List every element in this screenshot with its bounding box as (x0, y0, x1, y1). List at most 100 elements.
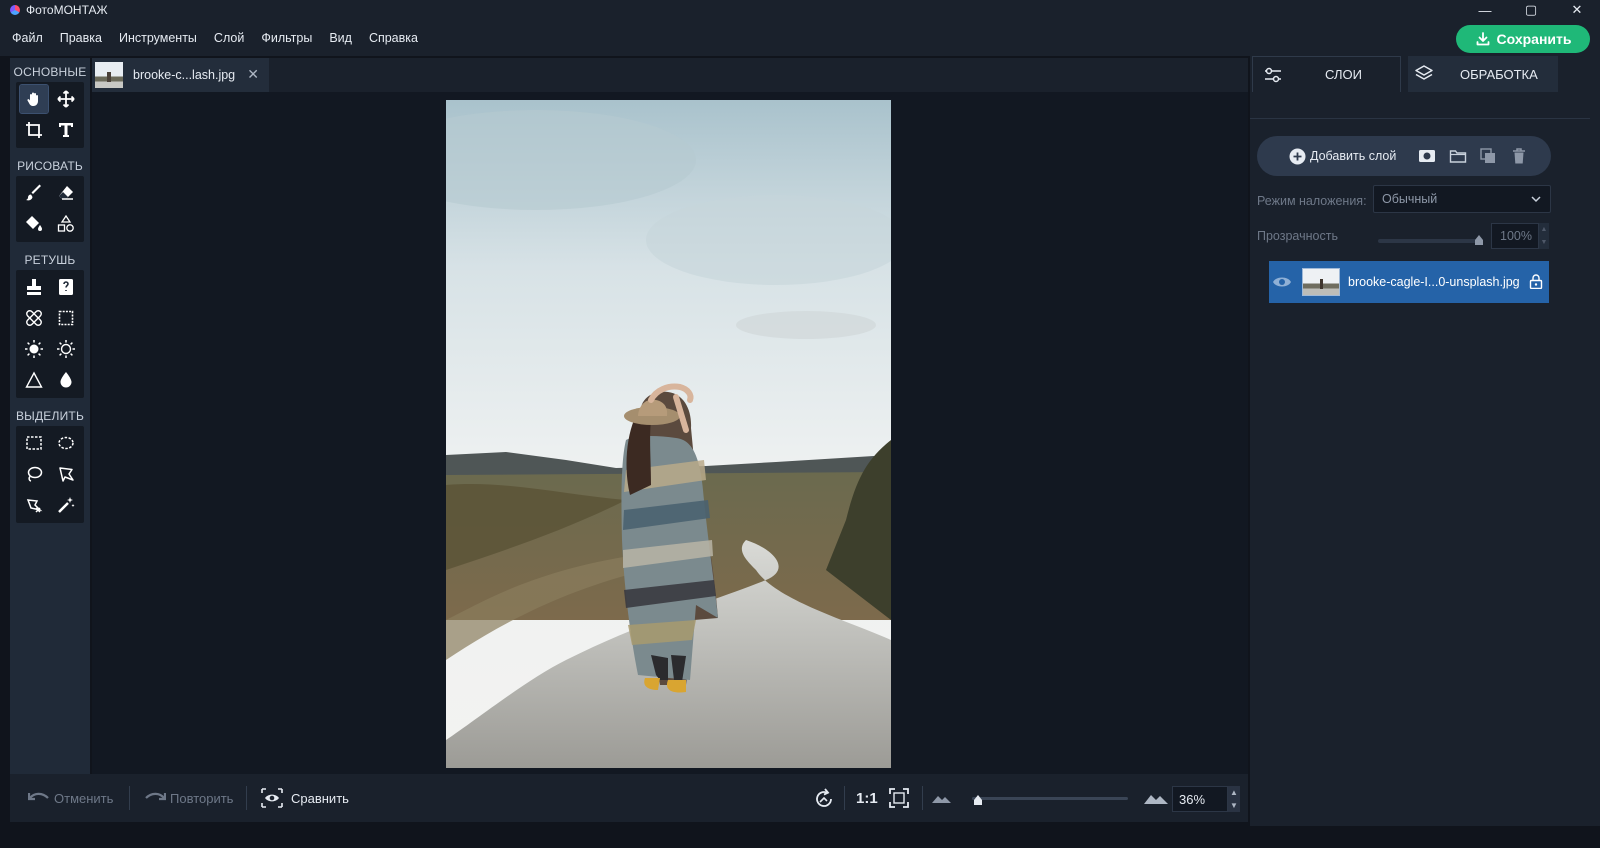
layers-icon (1415, 65, 1433, 80)
blend-mode-select[interactable]: Обычный (1373, 185, 1551, 213)
tab-close-icon[interactable]: ✕ (247, 66, 259, 83)
add-layer-button[interactable]: Добавить слой (1289, 136, 1396, 176)
menu-view[interactable]: Вид (329, 31, 352, 45)
opacity-down-button[interactable]: ▼ (1539, 236, 1549, 249)
document-tab[interactable]: brooke-c...lash.jpg ✕ (92, 58, 269, 92)
menu-file[interactable]: Файл (12, 31, 43, 45)
healing-tool[interactable] (20, 304, 48, 332)
menu-edit[interactable]: Правка (60, 31, 102, 45)
menu-help[interactable]: Справка (369, 31, 418, 45)
canvas-area[interactable] (92, 92, 1248, 774)
zoom-up-button[interactable]: ▲ (1228, 786, 1240, 799)
trash-icon[interactable] (1510, 147, 1528, 165)
darken-icon (57, 340, 75, 358)
opacity-input[interactable]: 100% (1491, 223, 1539, 249)
undo-label: Отменить (54, 790, 114, 806)
tab-layers[interactable]: СЛОИ (1252, 56, 1401, 92)
darken-tool[interactable] (52, 335, 80, 363)
lasso-icon (27, 466, 43, 482)
section-title-draw: РИСОВАТЬ (17, 159, 83, 173)
drop-tool[interactable] (52, 366, 80, 394)
opacity-slider-thumb[interactable] (1474, 235, 1484, 245)
sliders-icon (1265, 67, 1281, 82)
fill-icon (26, 216, 42, 231)
window-controls: — ▢ ✕ (1462, 0, 1600, 20)
compare-button[interactable]: Сравнить (261, 774, 349, 822)
actual-size-button[interactable]: 1:1 (856, 774, 878, 822)
mask-icon[interactable] (1418, 147, 1436, 165)
crop-tool[interactable] (20, 116, 48, 144)
tab-layers-label: СЛОИ (1325, 67, 1362, 82)
save-button[interactable]: Сохранить (1456, 25, 1590, 53)
lock-icon[interactable] (1529, 274, 1543, 289)
magnetic-lasso-tool[interactable] (20, 491, 48, 519)
brush-tool[interactable] (20, 179, 48, 207)
maximize-button[interactable]: ▢ (1508, 0, 1554, 20)
zoom-slider-track[interactable] (972, 797, 1128, 800)
rect-select-tool[interactable] (20, 429, 48, 457)
polygon-lasso-tool[interactable] (52, 460, 80, 488)
undo-button[interactable]: Отменить (28, 774, 113, 822)
move-tool[interactable] (52, 85, 80, 113)
folder-icon[interactable] (1449, 147, 1467, 165)
hand-icon (27, 92, 38, 106)
hand-tool[interactable] (19, 84, 49, 114)
move-icon (57, 90, 75, 108)
lighten-tool[interactable] (20, 335, 48, 363)
zoom-input[interactable]: 36% (1172, 786, 1228, 812)
redo-button[interactable]: Повторить (144, 774, 233, 822)
title-bar: ФотоМОНТАЖ — ▢ ✕ (0, 0, 1600, 20)
bottom-bar: Отменить Повторить Сравнить 1:1 36% ▲ ▼ (10, 774, 1248, 822)
magic-wand-tool[interactable] (52, 491, 80, 519)
blend-mode-label: Режим наложения: (1257, 194, 1367, 208)
opacity-slider-track[interactable] (1378, 239, 1480, 243)
menu-filters[interactable]: Фильтры (261, 31, 312, 45)
minimize-button[interactable]: — (1462, 0, 1508, 20)
zoom-out-button[interactable] (932, 774, 952, 822)
divider (246, 786, 247, 810)
download-icon (1476, 32, 1489, 46)
brush-icon (26, 184, 41, 201)
plus-circle-icon (1289, 148, 1306, 164)
panel-scrollbar[interactable] (1590, 56, 1600, 826)
document-tab-label: brooke-c...lash.jpg (133, 68, 236, 82)
fit-screen-icon (889, 788, 909, 808)
menu-tools[interactable]: Инструменты (119, 31, 197, 45)
magnetic-lasso-icon (26, 499, 43, 513)
fill-tool[interactable] (20, 210, 48, 238)
sharpen-tool[interactable] (20, 366, 48, 394)
ellipse-select-tool[interactable] (52, 429, 80, 457)
tab-processing[interactable]: ОБРАБОТКА (1408, 56, 1558, 92)
mountains-large-icon (1144, 795, 1168, 804)
document-tab-bar: brooke-c...lash.jpg ✕ (92, 58, 1248, 92)
add-layer-label: Добавить слой (1310, 149, 1397, 163)
menu-layer[interactable]: Слой (214, 31, 244, 45)
mountains-small-icon (932, 796, 951, 803)
photo-canvas[interactable] (446, 100, 891, 768)
stamp-tool[interactable] (20, 273, 48, 301)
divider (922, 786, 923, 810)
close-button[interactable]: ✕ (1554, 0, 1600, 20)
tab-processing-label: ОБРАБОТКА (1460, 66, 1538, 82)
eraser-tool[interactable] (52, 179, 80, 207)
rotate-button[interactable] (813, 774, 835, 822)
zoom-in-button[interactable] (1144, 774, 1168, 822)
lasso-tool[interactable] (20, 460, 48, 488)
text-tool[interactable] (52, 116, 80, 144)
document-thumbnail (95, 62, 123, 88)
opacity-up-button[interactable]: ▲ (1539, 223, 1549, 236)
patch-tool[interactable] (52, 273, 80, 301)
fit-screen-button[interactable] (889, 774, 909, 822)
zoom-slider-thumb[interactable] (973, 795, 983, 805)
eye-icon[interactable] (1272, 275, 1292, 289)
menu-bar: Файл Правка Инструменты Слой Фильтры Вид… (0, 20, 1600, 56)
rect-select-icon (26, 436, 42, 450)
eraser-icon (59, 186, 73, 200)
shapes-tool[interactable] (52, 210, 80, 238)
text-icon (59, 123, 73, 137)
layer-item[interactable]: brooke-cagle-I...0-unsplash.jpg (1269, 261, 1549, 303)
duplicate-icon[interactable] (1479, 147, 1497, 165)
blur-region-tool[interactable] (52, 304, 80, 332)
tool-group-retouch (16, 270, 84, 398)
zoom-down-button[interactable]: ▼ (1228, 799, 1240, 812)
